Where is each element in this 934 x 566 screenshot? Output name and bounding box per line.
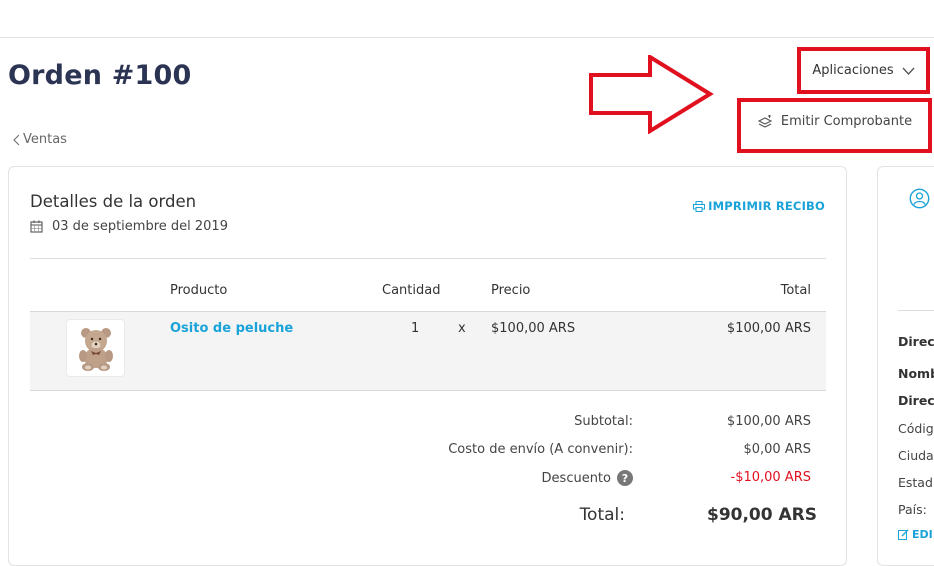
apps-dropdown-label: Aplicaciones (812, 63, 894, 78)
side-label: Estad (898, 475, 933, 490)
order-details-title: Detalles de la orden (30, 192, 197, 211)
help-icon[interactable]: ? (617, 470, 633, 486)
product-link[interactable]: Osito de peluche (170, 321, 293, 336)
item-total: $100,00 ARS (726, 321, 811, 336)
divider (30, 258, 826, 259)
column-header-total: Total (780, 283, 811, 298)
side-label: Direc (898, 334, 934, 349)
back-link-ventas[interactable]: Ventas (12, 132, 67, 147)
item-price: $100,00 ARS (491, 321, 576, 336)
item-times: x (458, 321, 466, 336)
emitir-comprobante-menu-item[interactable]: Emitir Comprobante (737, 98, 932, 153)
product-thumbnail[interactable] (66, 319, 125, 377)
top-bar (0, 0, 934, 38)
order-date-text: 03 de septiembre del 2019 (52, 219, 228, 234)
shipping-label: Costo de envío (A convenir): (448, 442, 633, 457)
column-header-price: Precio (491, 283, 531, 298)
discount-label: Descuento (541, 470, 611, 486)
page-title: Orden #100 (8, 60, 192, 91)
column-header-product: Producto (170, 283, 228, 298)
order-date: 03 de septiembre del 2019 (30, 219, 228, 234)
edit-address-link[interactable]: EDI (898, 528, 933, 541)
emitir-comprobante-label: Emitir Comprobante (780, 114, 913, 129)
annotation-arrow (589, 55, 714, 134)
column-header-quantity: Cantidad (382, 283, 441, 298)
printer-icon (693, 200, 706, 212)
discount-label-row: Descuento ? (542, 470, 633, 486)
total-value: $90,00 ARS (706, 505, 817, 525)
side-label: País: (898, 502, 927, 517)
divider (898, 310, 934, 311)
user-circle-icon (909, 188, 930, 209)
order-details-card: Detalles de la orden 03 de septiembre de… (8, 166, 847, 566)
edit-icon (898, 529, 909, 540)
side-label: Ciuda (898, 448, 934, 463)
side-label: Códig (898, 421, 934, 436)
discount-value: -$10,00 ARS (730, 470, 812, 485)
calendar-icon (30, 220, 43, 233)
chevron-left-icon (13, 134, 20, 145)
shipping-value: $0,00 ARS (743, 442, 811, 457)
back-link-label: Ventas (23, 132, 67, 147)
item-quantity: 1 (411, 321, 420, 336)
receipt-stack-icon (757, 114, 773, 128)
print-receipt-button[interactable]: IMPRIMIR RECIBO (693, 199, 825, 213)
side-label: Direc (898, 393, 934, 408)
chevron-down-icon (902, 67, 915, 75)
table-row (30, 311, 826, 391)
side-label: Nomb (898, 366, 934, 381)
subtotal-value: $100,00 ARS (726, 414, 811, 429)
apps-dropdown-button[interactable]: Aplicaciones (797, 47, 930, 94)
subtotal-label: Subtotal: (574, 414, 633, 429)
total-label: Total: (579, 505, 625, 525)
customer-card: Direc Nomb Direc Códig Ciuda Estad País:… (877, 166, 934, 566)
teddy-bear-image (78, 328, 113, 371)
print-receipt-label: IMPRIMIR RECIBO (708, 199, 825, 213)
edit-label: EDI (912, 528, 933, 541)
